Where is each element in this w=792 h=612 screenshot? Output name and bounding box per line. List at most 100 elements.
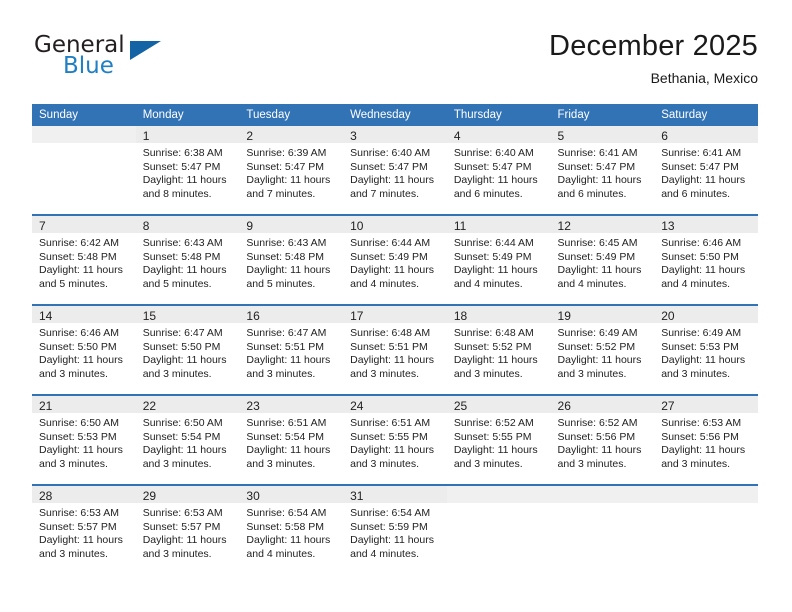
calendar-day-cell[interactable]: 29 Sunrise: 6:53 AM Sunset: 5:57 PM Dayligh…	[135, 484, 240, 574]
brand-logo[interactable]: General Blue	[32, 32, 232, 90]
sunrise-text: Sunrise: 6:53 AM	[142, 507, 223, 519]
day-number-bar: 4	[446, 126, 551, 143]
daylight-text-cont: and 5 minutes.	[39, 277, 108, 290]
day-details: Sunrise: 6:44 AM Sunset: 5:49 PM Daylight:…	[447, 233, 551, 291]
calendar-day-cell[interactable]: 7 Sunrise: 6:42 AM Sunset: 5:48 PM Daylight…	[32, 214, 136, 305]
calendar-day-cell[interactable]: 20 Sunrise: 6:49 AM Sunset: 5:53 PM Dayligh…	[654, 304, 758, 395]
day-number-bar: 15	[135, 306, 240, 323]
day-details: Sunrise: 6:47 AM Sunset: 5:50 PM Daylight:…	[136, 323, 240, 381]
calendar-page: General Blue December 2025 Bethania, Mex…	[0, 0, 792, 612]
day-cell-inner: 30 Sunrise: 6:54 AM Sunset: 5:58 PM Dayligh…	[239, 486, 344, 574]
calendar-day-cell[interactable]: 14 Sunrise: 6:46 AM Sunset: 5:50 PM Dayligh…	[32, 304, 136, 395]
calendar-day-cell[interactable]: 23 Sunrise: 6:51 AM Sunset: 5:54 PM Dayligh…	[239, 394, 344, 485]
day-details: Sunrise: 6:47 AM Sunset: 5:51 PM Daylight:…	[239, 323, 343, 381]
day-cell-inner: 29 Sunrise: 6:53 AM Sunset: 5:57 PM Dayligh…	[135, 486, 240, 574]
page-title: December 2025	[549, 30, 758, 62]
day-details	[32, 143, 136, 147]
sunset-text: Sunset: 5:47 PM	[453, 160, 532, 173]
calendar-day-cell[interactable]: 8 Sunrise: 6:43 AM Sunset: 5:48 PM Daylight…	[135, 214, 240, 305]
calendar-day-cell[interactable]: 5 Sunrise: 6:41 AM Sunset: 5:47 PM Daylight…	[550, 126, 655, 215]
calendar-day-cell[interactable]: 17 Sunrise: 6:48 AM Sunset: 5:51 PM Dayligh…	[343, 304, 447, 395]
day-cell-inner: 10 Sunrise: 6:44 AM Sunset: 5:49 PM Dayligh…	[343, 216, 447, 304]
day-number-bar: 14	[32, 306, 136, 323]
calendar-day-cell[interactable]: 21 Sunrise: 6:50 AM Sunset: 5:53 PM Dayligh…	[32, 394, 136, 485]
calendar-day-cell[interactable]: 26 Sunrise: 6:52 AM Sunset: 5:56 PM Dayligh…	[550, 394, 655, 485]
day-number: 19	[557, 309, 571, 323]
day-number: 2	[246, 129, 254, 143]
calendar-week-row: 21 Sunrise: 6:50 AM Sunset: 5:53 PM Dayligh…	[32, 394, 758, 485]
day-number: 21	[39, 399, 53, 413]
day-number-bar: 2	[239, 126, 344, 143]
daylight-text-cont: and 4 minutes.	[350, 277, 419, 290]
calendar-day-cell[interactable]: 15 Sunrise: 6:47 AM Sunset: 5:50 PM Dayligh…	[135, 304, 240, 395]
day-cell-inner: 1 Sunrise: 6:38 AM Sunset: 5:47 PM Daylight…	[135, 126, 240, 214]
calendar-day-cell[interactable]: 4 Sunrise: 6:40 AM Sunset: 5:47 PM Daylight…	[446, 126, 551, 215]
calendar-day-cell[interactable]: 25 Sunrise: 6:52 AM Sunset: 5:55 PM Dayligh…	[446, 394, 551, 485]
day-cell-inner: 23 Sunrise: 6:51 AM Sunset: 5:54 PM Dayligh…	[239, 396, 344, 484]
day-number-bar: 17	[343, 306, 447, 323]
day-details: Sunrise: 6:39 AM Sunset: 5:47 PM Daylight:…	[239, 143, 343, 201]
title-block: December 2025 Bethania, Mexico	[549, 28, 758, 88]
calendar-day-cell[interactable]: 1 Sunrise: 6:38 AM Sunset: 5:47 PM Daylight…	[135, 126, 240, 215]
sunset-text: Sunset: 5:47 PM	[246, 160, 325, 173]
day-cell-inner	[32, 126, 136, 214]
calendar-day-cell[interactable]: 9 Sunrise: 6:43 AM Sunset: 5:48 PM Daylight…	[239, 214, 344, 305]
page-subtitle: Bethania, Mexico	[650, 70, 758, 86]
sunset-text: Sunset: 5:49 PM	[350, 250, 428, 263]
calendar-day-cell[interactable]	[654, 484, 758, 574]
calendar-day-cell[interactable]: 2 Sunrise: 6:39 AM Sunset: 5:47 PM Daylight…	[239, 126, 344, 215]
calendar-day-cell[interactable]: 28 Sunrise: 6:53 AM Sunset: 5:57 PM Dayligh…	[32, 484, 136, 574]
calendar-day-cell[interactable]	[32, 126, 136, 215]
calendar-day-cell[interactable]: 11 Sunrise: 6:44 AM Sunset: 5:49 PM Dayligh…	[446, 214, 551, 305]
calendar-day-cell[interactable]: 18 Sunrise: 6:48 AM Sunset: 5:52 PM Dayligh…	[446, 304, 551, 395]
daylight-text: Daylight: 11 hours	[350, 264, 434, 277]
day-details: Sunrise: 6:54 AM Sunset: 5:58 PM Daylight:…	[239, 503, 343, 561]
day-number-bar: 19	[550, 306, 655, 323]
calendar-week-row: 28 Sunrise: 6:53 AM Sunset: 5:57 PM Dayligh…	[32, 484, 758, 574]
sunset-text: Sunset: 5:56 PM	[557, 430, 636, 443]
calendar-day-cell[interactable]: 12 Sunrise: 6:45 AM Sunset: 5:49 PM Dayligh…	[550, 214, 655, 305]
day-number: 23	[246, 399, 260, 413]
calendar-day-cell[interactable]: 13 Sunrise: 6:46 AM Sunset: 5:50 PM Dayligh…	[654, 214, 758, 305]
calendar-day-cell[interactable]: 22 Sunrise: 6:50 AM Sunset: 5:54 PM Dayligh…	[135, 394, 240, 485]
calendar-day-cell[interactable]	[550, 484, 655, 574]
calendar-day-cell[interactable]: 16 Sunrise: 6:47 AM Sunset: 5:51 PM Dayligh…	[239, 304, 344, 395]
sunset-text: Sunset: 5:54 PM	[246, 430, 325, 443]
sunset-text: Sunset: 5:53 PM	[661, 340, 739, 353]
daylight-text-cont: and 5 minutes.	[142, 277, 212, 290]
calendar-day-cell[interactable]: 30 Sunrise: 6:54 AM Sunset: 5:58 PM Dayligh…	[239, 484, 344, 574]
day-details: Sunrise: 6:53 AM Sunset: 5:56 PM Daylight:…	[654, 413, 758, 471]
daylight-text: Daylight: 11 hours	[350, 354, 434, 367]
calendar-day-cell[interactable]: 27 Sunrise: 6:53 AM Sunset: 5:56 PM Dayligh…	[654, 394, 758, 485]
calendar-week-row: 7 Sunrise: 6:42 AM Sunset: 5:48 PM Daylight…	[32, 214, 758, 305]
day-number-bar	[550, 486, 655, 503]
daylight-text: Daylight: 11 hours	[246, 354, 331, 367]
daylight-text: Daylight: 11 hours	[661, 354, 746, 367]
calendar-day-cell[interactable]: 6 Sunrise: 6:41 AM Sunset: 5:47 PM Daylight…	[654, 126, 758, 215]
day-cell-inner: 12 Sunrise: 6:45 AM Sunset: 5:49 PM Dayligh…	[550, 216, 655, 304]
daylight-text-cont: and 3 minutes.	[246, 457, 316, 470]
sunrise-text: Sunrise: 6:46 AM	[39, 327, 119, 339]
day-number: 20	[661, 309, 675, 323]
calendar-day-cell[interactable]: 24 Sunrise: 6:51 AM Sunset: 5:55 PM Dayligh…	[343, 394, 447, 485]
sunset-text: Sunset: 5:52 PM	[557, 340, 636, 353]
daylight-text: Daylight: 11 hours	[246, 264, 331, 277]
calendar-day-cell[interactable]: 3 Sunrise: 6:40 AM Sunset: 5:47 PM Daylight…	[343, 126, 447, 215]
calendar-day-cell[interactable]: 31 Sunrise: 6:54 AM Sunset: 5:59 PM Dayligh…	[343, 484, 447, 574]
calendar-day-cell[interactable]	[446, 484, 551, 574]
daylight-text-cont: and 3 minutes.	[39, 457, 108, 470]
day-number: 17	[350, 309, 364, 323]
calendar-day-cell[interactable]: 10 Sunrise: 6:44 AM Sunset: 5:49 PM Dayligh…	[343, 214, 447, 305]
day-number: 8	[142, 219, 150, 233]
daylight-text-cont: and 3 minutes.	[350, 457, 419, 470]
daylight-text-cont: and 4 minutes.	[350, 547, 419, 560]
sunrise-text: Sunrise: 6:53 AM	[39, 507, 119, 519]
day-details: Sunrise: 6:53 AM Sunset: 5:57 PM Daylight:…	[32, 503, 136, 561]
daylight-text: Daylight: 11 hours	[39, 444, 123, 457]
calendar-day-cell[interactable]: 19 Sunrise: 6:49 AM Sunset: 5:52 PM Dayligh…	[550, 304, 655, 395]
daylight-text: Daylight: 11 hours	[142, 354, 227, 367]
day-number-bar: 28	[32, 486, 136, 503]
daylight-text-cont: and 4 minutes.	[557, 277, 627, 290]
sunrise-text: Sunrise: 6:48 AM	[453, 327, 534, 339]
day-number: 10	[350, 219, 364, 233]
